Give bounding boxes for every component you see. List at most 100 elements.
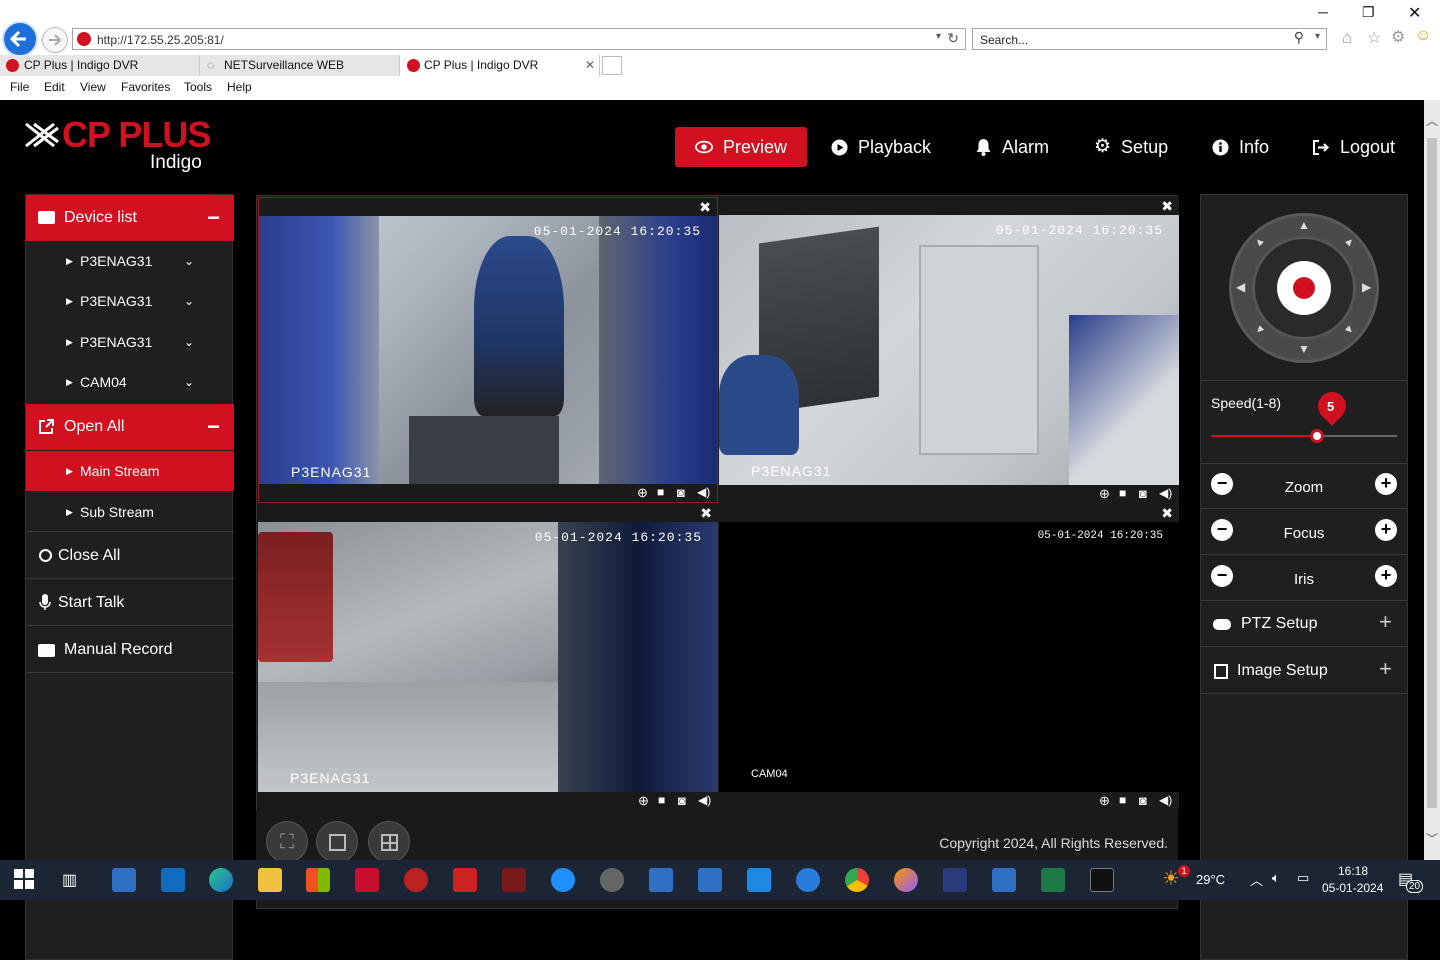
tab-netsurveillance[interactable]: ◌ NETSurveillance WEB xyxy=(200,55,400,76)
search-icon[interactable]: ⚲ xyxy=(1294,29,1304,46)
nav-preview[interactable]: Preview xyxy=(675,127,807,167)
camera-pane-3[interactable]: ✖ 05-01-2024 16:20:35 P3ENAG31 ⊕ ■ ◙ ◀) xyxy=(258,504,718,810)
internet-explorer-icon[interactable] xyxy=(551,868,575,892)
pan-up-left-icon[interactable]: ▲ xyxy=(1251,234,1267,250)
camera-pane-4[interactable]: ✖ 05-01-2024 16:20:35 CAM04 ⊕ ■ ◙ ◀) xyxy=(719,504,1179,810)
app-window-icon[interactable] xyxy=(112,868,136,892)
zoom-in-icon[interactable]: ⊕ xyxy=(638,793,654,809)
scroll-up-icon[interactable]: ︿ xyxy=(1426,112,1438,129)
minimize-button[interactable]: ─ xyxy=(1318,4,1328,20)
search-input[interactable]: Search... ⚲ ▾ xyxy=(972,28,1327,50)
snapshot-icon[interactable]: ◙ xyxy=(1139,793,1155,809)
pan-right-icon[interactable]: ▶ xyxy=(1362,280,1371,294)
store-icon[interactable] xyxy=(306,868,330,892)
snapshot-icon[interactable]: ◙ xyxy=(678,793,694,809)
network-icon[interactable]: ▭ xyxy=(1297,870,1309,886)
zoom-in-icon[interactable]: ⊕ xyxy=(1099,486,1115,502)
record-icon[interactable]: ■ xyxy=(658,793,674,809)
settings-gear-icon[interactable]: ⚙ xyxy=(1391,27,1405,47)
fullscreen-button[interactable]: ⛶ xyxy=(266,821,308,863)
scroll-down-icon[interactable]: ﹀ xyxy=(1426,830,1438,847)
collapse-icon[interactable]: − xyxy=(207,404,220,450)
audio-icon[interactable]: ◀) xyxy=(697,485,713,501)
collapse-icon[interactable]: − xyxy=(207,195,220,241)
app-tally-icon[interactable] xyxy=(943,868,967,892)
dropdown-icon[interactable]: ▾ xyxy=(936,31,941,42)
pan-up-icon[interactable]: ▲ xyxy=(1298,218,1310,232)
windows-start-icon[interactable] xyxy=(14,869,34,889)
camera-pane-2[interactable]: ✖ 05-01-2024 16:20:35 P3ENAG31 ⊕ ■ ◙ ◀) xyxy=(719,197,1179,503)
page-scrollbar[interactable]: ︿ ﹀ xyxy=(1424,100,1440,860)
close-icon[interactable]: ✖ xyxy=(1161,197,1173,215)
close-icon[interactable]: ✖ xyxy=(1161,504,1173,522)
device-item-1[interactable]: ▶ P3ENAG31 ⌄ xyxy=(26,241,234,281)
audio-icon[interactable]: ◀) xyxy=(698,793,714,809)
device-list-header[interactable]: Device list − xyxy=(26,195,234,241)
app-window-icon-3[interactable] xyxy=(698,868,722,892)
speed-slider-track[interactable] xyxy=(1211,429,1397,443)
quad-layout-button[interactable] xyxy=(368,821,410,863)
pan-down-left-icon[interactable]: ▼ xyxy=(1251,322,1267,338)
nav-info[interactable]: Info xyxy=(1212,127,1269,167)
address-bar[interactable]: http://172.55.25.205:81/ ▾ ↻ xyxy=(72,28,966,50)
forward-button[interactable] xyxy=(42,27,68,53)
refresh-icon[interactable]: ↻ xyxy=(947,30,959,47)
nav-setup[interactable]: ⚙ Setup xyxy=(1094,127,1168,167)
tab-cp-plus-1[interactable]: CP Plus | Indigo DVR xyxy=(0,55,200,76)
mcafee-icon[interactable] xyxy=(355,868,379,892)
app-red-icon[interactable] xyxy=(404,868,428,892)
device-item-2[interactable]: ▶ P3ENAG31 ⌄ xyxy=(26,281,234,321)
clock-time[interactable]: 16:18 xyxy=(1338,864,1368,878)
record-icon[interactable]: ■ xyxy=(1119,793,1135,809)
device-item-3[interactable]: ▶ P3ENAG31 ⌄ xyxy=(26,322,234,362)
home-icon[interactable]: ⌂ xyxy=(1342,28,1352,48)
close-icon[interactable]: ✖ xyxy=(699,198,711,216)
volume-icon[interactable]: 🔈︎ xyxy=(1272,870,1280,886)
zoom-in-icon[interactable]: ⊕ xyxy=(637,485,653,501)
device-item-4[interactable]: ▶ CAM04 ⌄ xyxy=(26,362,234,402)
start-talk-button[interactable]: Start Talk xyxy=(26,580,234,626)
new-tab-button[interactable] xyxy=(602,56,622,75)
firefox-icon[interactable] xyxy=(894,868,918,892)
audio-icon[interactable]: ◀) xyxy=(1159,793,1175,809)
app-window-icon-4[interactable] xyxy=(992,868,1016,892)
chevron-down-icon[interactable]: ⌄ xyxy=(184,281,194,321)
menu-file[interactable]: File xyxy=(10,80,29,94)
menu-tools[interactable]: Tools xyxy=(184,80,212,94)
close-icon[interactable]: ✖ xyxy=(700,504,712,522)
pan-down-icon[interactable]: ▼ xyxy=(1298,342,1310,356)
favorites-star-icon[interactable]: ☆ xyxy=(1367,28,1381,48)
task-view-icon[interactable]: ▥ xyxy=(62,870,77,890)
tray-chevron-icon[interactable]: ︿ xyxy=(1250,870,1263,889)
chevron-down-icon[interactable]: ⌄ xyxy=(184,241,194,281)
weather-temp[interactable]: 29°C xyxy=(1196,872,1225,887)
expand-icon[interactable]: + xyxy=(1379,656,1392,682)
ptz-setup-row[interactable]: PTZ Setup + xyxy=(1201,601,1407,647)
zoom-in-icon[interactable]: ⊕ xyxy=(1099,793,1115,809)
expand-icon[interactable]: + xyxy=(1379,609,1392,635)
scroll-thumb[interactable] xyxy=(1427,138,1437,808)
maximize-button[interactable]: ❐ xyxy=(1362,4,1375,21)
iris-plus-button[interactable]: + xyxy=(1375,565,1397,587)
zoom-in-button[interactable]: + xyxy=(1375,473,1397,495)
speed-slider-knob[interactable] xyxy=(1310,429,1325,443)
clock-date[interactable]: 05-01-2024 xyxy=(1322,881,1383,895)
file-explorer-icon[interactable] xyxy=(258,868,282,892)
tab-cp-plus-active[interactable]: CP Plus | Indigo DVR ✕ xyxy=(400,55,600,76)
chrome-icon[interactable] xyxy=(845,868,869,892)
feedback-smiley-icon[interactable]: ☺ xyxy=(1415,27,1431,45)
menu-favorites[interactable]: Favorites xyxy=(121,80,170,94)
close-all-button[interactable]: Close All xyxy=(26,533,234,579)
back-button[interactable] xyxy=(2,21,38,57)
outlook-icon[interactable] xyxy=(161,868,185,892)
chevron-down-icon[interactable]: ⌄ xyxy=(184,322,194,362)
app-chart-icon[interactable] xyxy=(502,868,526,892)
pan-left-icon[interactable]: ◀ xyxy=(1236,280,1245,294)
chevron-down-icon[interactable]: ⌄ xyxy=(184,362,194,402)
camera-pane-1[interactable]: ✖ 05-01-2024 16:20:35 P3ENAG31 ⊕ ■ ◙ ◀) xyxy=(258,197,718,503)
open-all-header[interactable]: Open All − xyxy=(26,404,234,450)
excel-icon[interactable] xyxy=(1041,868,1065,892)
menu-view[interactable]: View xyxy=(80,80,106,94)
image-setup-row[interactable]: Image Setup + xyxy=(1201,648,1407,694)
snapshot-icon[interactable]: ◙ xyxy=(1139,486,1155,502)
